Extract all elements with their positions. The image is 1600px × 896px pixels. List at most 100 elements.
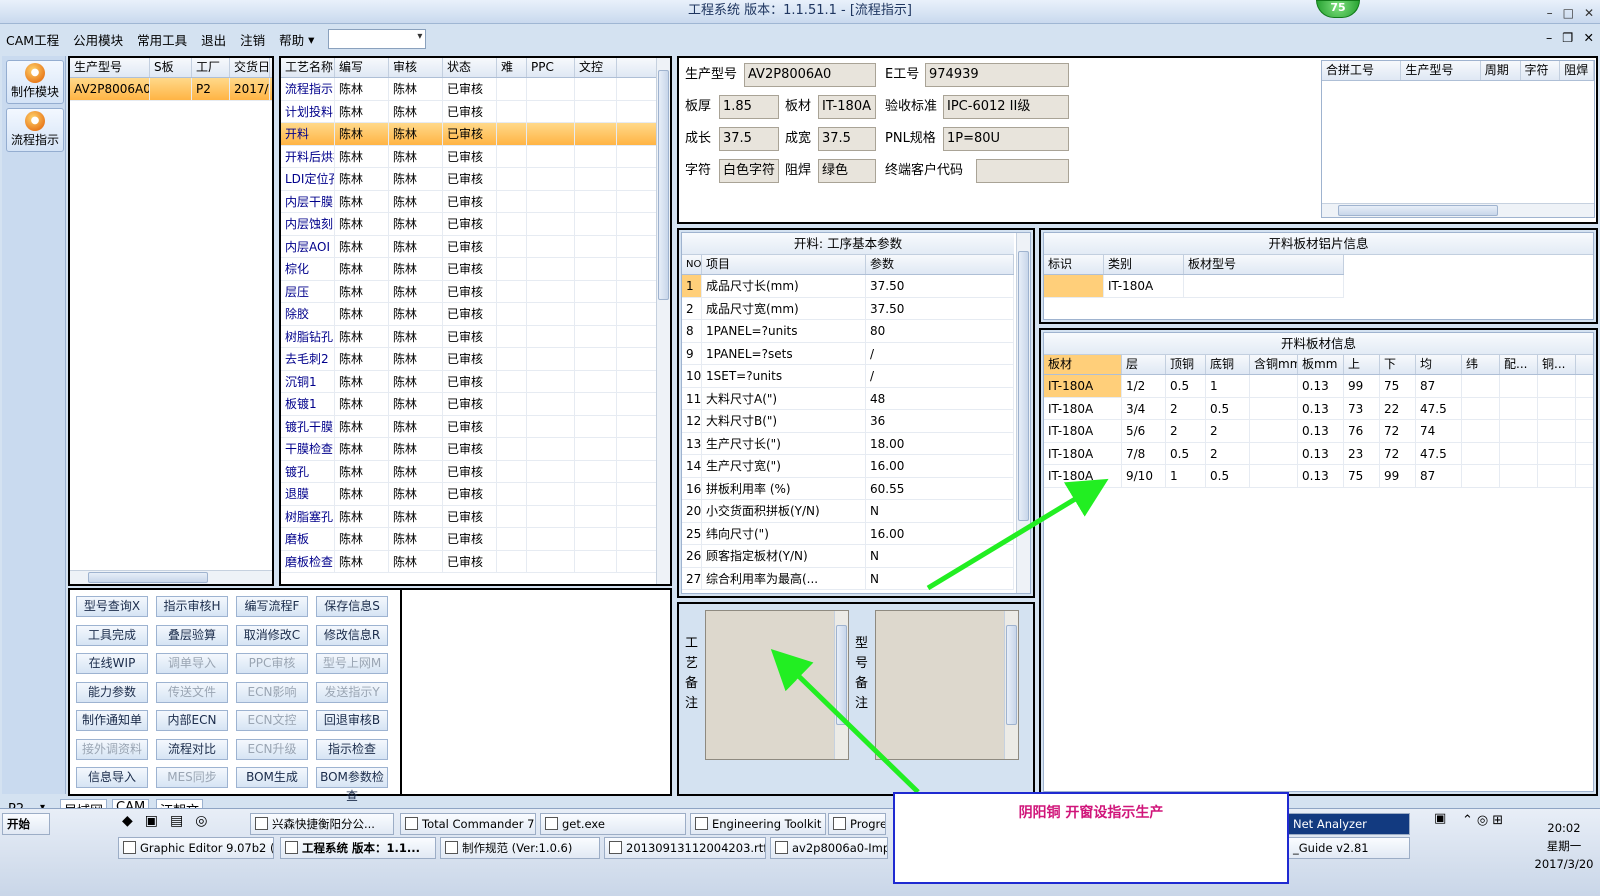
scroll-thumb[interactable] [88,572,208,583]
menu-combo[interactable] [328,29,427,49]
mdi-restore-icon[interactable]: ❐ [1562,30,1573,45]
scroll-thumb[interactable] [658,70,669,300]
params-vscroll[interactable] [1016,233,1030,593]
menu-cam[interactable]: CAM工程 [6,30,59,49]
col-mat-header[interactable]: 纬 [1462,355,1500,374]
action-button[interactable]: 编写流程F [236,596,308,617]
col-board-model[interactable]: 板材型号 [1184,255,1344,274]
table-row[interactable]: 计划投料 陈林 陈林 已审核 [281,100,656,123]
col-factory[interactable]: 工厂 [192,58,230,77]
field-cust[interactable] [976,159,1069,183]
table-row[interactable]: 11 大料尺寸A(") 48 [682,387,1014,410]
action-button[interactable]: 回退审核B [316,710,388,731]
col-reviewer[interactable]: 审核 [389,58,443,77]
menu-exit[interactable]: 退出 [201,30,226,49]
action-button[interactable]: 保存信息S [316,596,388,617]
col-mark[interactable]: 标识 [1044,255,1104,274]
table-row[interactable]: 8 1PANEL=?units 80 [682,320,1014,343]
action-button[interactable]: 叠层验算 [156,624,228,646]
scroll-thumb[interactable] [1006,625,1017,725]
tray-clock[interactable]: 20:02 星期一 2017/3/20 [1534,819,1594,873]
table-row[interactable]: 开料 陈林 陈林 已审核 [281,123,656,146]
table-row[interactable]: 棕化 陈林 陈林 已审核 [281,258,656,281]
taskbar-item[interactable]: 制作规范 (Ver:1.0.6) [440,837,600,859]
action-button[interactable]: ECN升级 [236,738,308,760]
col-mat-header[interactable]: 层 [1122,355,1166,374]
mdi-close-icon[interactable]: ✕ [1584,30,1594,45]
tray-expand-icon[interactable]: ▣ [1434,811,1454,826]
process-button[interactable]: ● 流程指示 [6,108,64,152]
table-row[interactable]: 树脂塞孔 陈林 陈林 已审核 [281,505,656,528]
table-row[interactable]: 镀孔干膜 陈林 陈林 已审核 [281,415,656,438]
col-mat-header[interactable]: 配... [1500,355,1538,374]
table-row[interactable]: 9 1PANEL=?sets / [682,342,1014,365]
make-module-button[interactable]: ● 制作模块 [6,60,64,104]
col-mat-header[interactable]: 铜... [1538,355,1576,374]
field-std[interactable]: IPC-6012 II级 [943,95,1069,119]
col-no[interactable]: NO [682,255,702,274]
taskbar-item[interactable]: get.exe [540,813,686,835]
table-row[interactable]: 13 生产尺寸长(") 18.00 [682,432,1014,455]
col-combine-no[interactable]: 合拼工号 [1322,61,1402,80]
restore-icon[interactable]: □ [1563,2,1574,24]
table-row[interactable]: 内层干膜 陈林 陈林 已审核 [281,190,656,213]
action-button[interactable]: 型号上网M [316,653,388,674]
table-row[interactable]: 内层蚀刻 陈林 陈林 已审核 [281,213,656,236]
table-row[interactable]: 14 生产尺寸宽(") 16.00 [682,455,1014,478]
menu-tools[interactable]: 常用工具 [137,30,187,49]
taskbar-item[interactable]: 工程系统 版本：1.1... [280,837,436,859]
col-model[interactable]: 生产型号 [70,58,150,77]
field-wid[interactable]: 37.5 [818,127,876,151]
scroll-thumb[interactable] [836,625,847,725]
col-combine-mask[interactable]: 阻焊 [1560,61,1594,80]
col-sboard[interactable]: S板 [150,58,192,77]
table-row[interactable]: IT-180A 9/10 1 0.5 0.13 75 99 87 [1044,465,1593,488]
action-button[interactable]: 接外调资料 [76,738,148,760]
col-mat-header[interactable]: 下 [1380,355,1416,374]
col-combine-model[interactable]: 生产型号 [1401,61,1481,80]
action-button[interactable]: ECN影响 [236,681,308,703]
col-mat-header[interactable]: 含铜mm [1250,355,1298,374]
field-mat[interactable]: IT-180A [818,95,876,119]
table-row[interactable]: 26 顾客指定板材(Y/N) N [682,545,1014,568]
action-button[interactable]: PPC审核 [236,653,308,674]
taskbar-item[interactable]: av2p8006a0-Impedan [770,837,888,859]
start-button[interactable]: 开始 [2,813,50,835]
action-button[interactable]: 发送指示Y [316,681,388,703]
col-combine-char[interactable]: 字符 [1521,61,1561,80]
col-mat-header[interactable]: 板mm [1298,355,1344,374]
action-button[interactable]: 流程对比 [156,738,228,760]
action-button[interactable]: ECN文控 [236,710,308,731]
table-row[interactable]: 板镀1 陈林 陈林 已审核 [281,393,656,416]
taskbar-item[interactable]: Progre [828,813,886,835]
table-row[interactable]: IT-180A 7/8 0.5 2 0.13 23 72 47.5 [1044,442,1593,465]
table-row[interactable]: 干膜检查1陈林陈林已审核 [281,438,656,461]
field-pnl[interactable]: 1P=80U [943,127,1069,151]
table-row[interactable]: 树脂钻孔 陈林 陈林 已审核 [281,325,656,348]
col-mat-header[interactable]: 上 [1344,355,1380,374]
process-note-field[interactable] [705,610,849,760]
col-author[interactable]: 编写 [335,58,389,77]
field-thick[interactable]: 1.85 [719,95,779,119]
menu-overflow-icon[interactable]: ▾ [308,32,314,47]
action-button[interactable]: 信息导入 [76,767,148,788]
field-eno[interactable]: 974939 [925,63,1069,87]
close-icon[interactable]: ✕ [1584,2,1594,24]
action-button[interactable]: 在线WIP [76,653,148,674]
field-model[interactable]: AV2P8006A0 [744,63,876,87]
combine-hscroll[interactable] [1322,203,1594,217]
action-button[interactable]: 型号查询X [76,596,148,617]
menu-help[interactable]: 帮助 [279,30,304,49]
action-button[interactable]: 能力参数 [76,681,148,703]
table-row[interactable]: 1 成品尺寸长(mm) 37.50 [682,275,1014,298]
tray-icons[interactable]: ⌃◎⊞ [1462,813,1522,828]
minimize-icon[interactable]: – [1547,2,1553,24]
action-button[interactable]: 取消修改C [236,624,308,646]
table-row[interactable]: 沉铜1 陈林 陈林 已审核 [281,370,656,393]
action-button[interactable]: 工具完成 [76,624,148,646]
table-row[interactable]: 10 1SET=?units / [682,365,1014,388]
action-button[interactable]: 制作通知单 [76,710,148,731]
table-row[interactable]: 16 拼板利用率 (%) 60.55 [682,477,1014,500]
table-row[interactable]: IT-180A 1/2 0.5 1 0.13 99 75 87 [1044,375,1593,398]
table-row[interactable]: 2 成品尺寸宽(mm) 37.50 [682,297,1014,320]
